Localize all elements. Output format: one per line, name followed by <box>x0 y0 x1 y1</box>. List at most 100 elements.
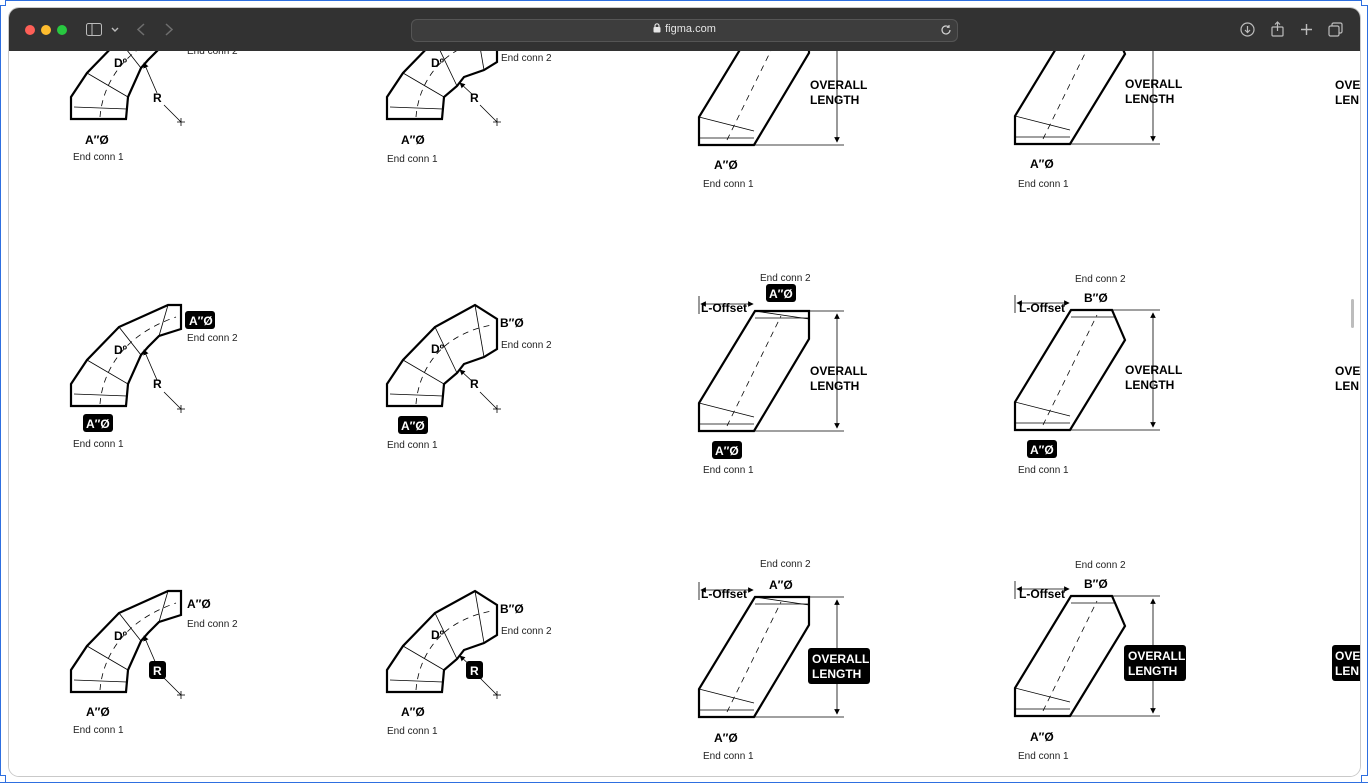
end-conn-1-label: End conn 1 <box>73 439 124 450</box>
elbow-diagram-r1c2[interactable]: End conn 2 Dº R A″Ø End conn 1 <box>387 51 552 165</box>
offset-diagram-r1c5-cut[interactable]: OVE LEN <box>1335 78 1360 107</box>
elbow-diagram-r3c1[interactable]: A″Ø End conn 2 Dº R A″Ø End conn 1 <box>71 591 238 736</box>
end-conn-2-label: End conn 2 <box>501 626 552 637</box>
length-label-cut: LEN <box>1335 93 1359 107</box>
radius-label: R <box>470 664 479 678</box>
close-window-button[interactable] <box>25 25 35 35</box>
selection-handle-bottom-left[interactable] <box>0 775 6 783</box>
end-conn-2-label: End conn 2 <box>1075 274 1126 285</box>
offset-diagram-r3c3[interactable]: End conn 2 A″Ø L-Offset OVERALL LENGTH A… <box>699 559 870 762</box>
b-diameter-label: B″Ø <box>1084 577 1108 591</box>
offset-diagram-r1c4[interactable]: OVERALL LENGTH A″Ø End conn 1 <box>1015 51 1182 190</box>
end-conn-2-label: End conn 2 <box>1075 560 1126 571</box>
overall-label: OVERALL <box>1128 649 1185 663</box>
end-conn-1-label: End conn 1 <box>703 465 754 476</box>
overall-label: OVERALL <box>1125 363 1182 377</box>
elbow-diagram-r1c1[interactable]: End conn 2 Dº R A″Ø End conn 1 <box>71 51 238 163</box>
end-conn-2-label: End conn 2 <box>760 559 811 570</box>
length-label: LENGTH <box>1128 664 1177 678</box>
share-icon[interactable] <box>1271 21 1284 37</box>
length-label: LENGTH <box>1125 378 1174 392</box>
l-offset-label: L-Offset <box>1019 301 1065 315</box>
offset-diagram-r1c3[interactable]: OVERALL LENGTH A″Ø End conn 1 <box>699 51 867 190</box>
reload-icon[interactable] <box>940 24 952 36</box>
overall-label: OVERALL <box>1125 77 1182 91</box>
overall-label: OVERALL <box>812 652 869 666</box>
plus-icon[interactable] <box>1300 23 1313 36</box>
end-conn-1-label: End conn 1 <box>387 154 438 165</box>
overall-label: OVERALL <box>810 364 867 378</box>
address-bar[interactable]: figma.com <box>411 19 958 42</box>
length-label-cut: LEN <box>1335 664 1359 678</box>
overall-label-cut: OVE <box>1335 78 1360 92</box>
a-diameter-label: A″Ø <box>1030 730 1054 744</box>
zoom-window-button[interactable] <box>57 25 67 35</box>
end-conn-2-label: End conn 2 <box>760 273 811 284</box>
elbow-diagram-r3c2[interactable]: B″Ø End conn 2 Dº R A″Ø End conn 1 <box>387 591 552 737</box>
a-diameter-label: A″Ø <box>401 419 425 433</box>
a-diameter-label: A″Ø <box>769 287 793 301</box>
b-diameter-label: B″Ø <box>500 602 524 616</box>
offset-diagram-r2c3[interactable]: End conn 2 A″Ø L-Offset OVERALL LENGTH A… <box>699 273 867 476</box>
l-offset-label: L-Offset <box>701 587 747 601</box>
sidebar-icon[interactable] <box>86 23 102 36</box>
overall-label-cut: OVE <box>1335 364 1360 378</box>
angle-label: Dº <box>114 343 128 357</box>
end-conn-1-label: End conn 1 <box>703 751 754 762</box>
angle-label: Dº <box>431 628 445 642</box>
a-diameter-label: A″Ø <box>1030 157 1054 171</box>
elbow-diagram-r2c1[interactable]: A″Ø End conn 2 Dº R A″Ø End conn 1 <box>71 305 238 450</box>
b-diameter-label: B″Ø <box>500 316 524 330</box>
l-offset-label: L-Offset <box>1019 587 1065 601</box>
offset-diagram-r3c4[interactable]: End conn 2 B″Ø L-Offset OVERALL LENGTH A… <box>1015 560 1186 762</box>
download-icon[interactable] <box>1240 22 1255 37</box>
forward-icon[interactable] <box>165 23 173 36</box>
end-conn-1-label: End conn 1 <box>387 726 438 737</box>
chevron-down-icon[interactable] <box>111 27 119 33</box>
figma-canvas[interactable]: End conn 2 Dº R A″Ø End conn 1 End conn … <box>9 51 1360 776</box>
tabs-icon[interactable] <box>1328 22 1343 37</box>
a-diameter-label: A″Ø <box>86 417 110 431</box>
overall-label: OVERALL <box>810 78 867 92</box>
end-conn-1-label: End conn 1 <box>73 152 124 163</box>
end-conn-1-label: End conn 1 <box>703 179 754 190</box>
minimize-window-button[interactable] <box>41 25 51 35</box>
end-conn-2-label: End conn 2 <box>187 333 238 344</box>
selection-handle-top-left[interactable] <box>0 0 6 6</box>
browser-window: figma.com End conn 2 Dº R A″Ø End conn 1… <box>9 8 1360 776</box>
end-conn-2-label: End conn 2 <box>187 619 238 630</box>
l-offset-label: L-Offset <box>701 301 747 315</box>
url-text: figma.com <box>665 23 716 35</box>
a-diameter-label: A″Ø <box>86 705 110 719</box>
elbow-diagram-r2c2[interactable]: B″Ø End conn 2 Dº R A″Ø End conn 1 <box>387 305 552 451</box>
length-label: LENGTH <box>810 379 859 393</box>
offset-diagram-r2c4[interactable]: End conn 2 B″Ø L-Offset OVERALL LENGTH A… <box>1015 274 1182 476</box>
offset-diagram-r2c5-cut[interactable]: OVE LEN <box>1335 364 1360 393</box>
a-diameter-label: A″Ø <box>715 444 739 458</box>
back-icon[interactable] <box>137 23 145 36</box>
end-conn-1-label: End conn 1 <box>73 725 124 736</box>
end-conn-1-label: End conn 1 <box>1018 179 1069 190</box>
radius-label: R <box>470 91 479 105</box>
selection-handle-bottom-right[interactable] <box>1361 775 1368 783</box>
overall-label-cut: OVE <box>1335 649 1360 663</box>
radius-label: R <box>470 377 479 391</box>
angle-label: Dº <box>431 56 445 70</box>
end-conn-2-label: End conn 2 <box>187 51 238 57</box>
offset-diagram-r3c5-cut[interactable]: OVE LEN <box>1332 645 1360 681</box>
a-diameter-label: A″Ø <box>1030 443 1054 457</box>
a-diameter-label: A″Ø <box>401 705 425 719</box>
a-diameter-label: A″Ø <box>401 133 425 147</box>
end-conn-1-label: End conn 1 <box>1018 751 1069 762</box>
length-label: LENGTH <box>810 93 859 107</box>
radius-label: R <box>153 91 162 105</box>
a-diameter-label: A″Ø <box>714 158 738 172</box>
angle-label: Dº <box>114 56 128 70</box>
end-conn-1-label: End conn 1 <box>1018 465 1069 476</box>
vertical-scrollbar[interactable] <box>1351 299 1354 328</box>
end-conn-2-label: End conn 2 <box>501 53 552 64</box>
selection-handle-top-right[interactable] <box>1361 0 1368 6</box>
angle-label: Dº <box>114 629 128 643</box>
radius-label: R <box>153 377 162 391</box>
b-diameter-label: B″Ø <box>1084 291 1108 305</box>
